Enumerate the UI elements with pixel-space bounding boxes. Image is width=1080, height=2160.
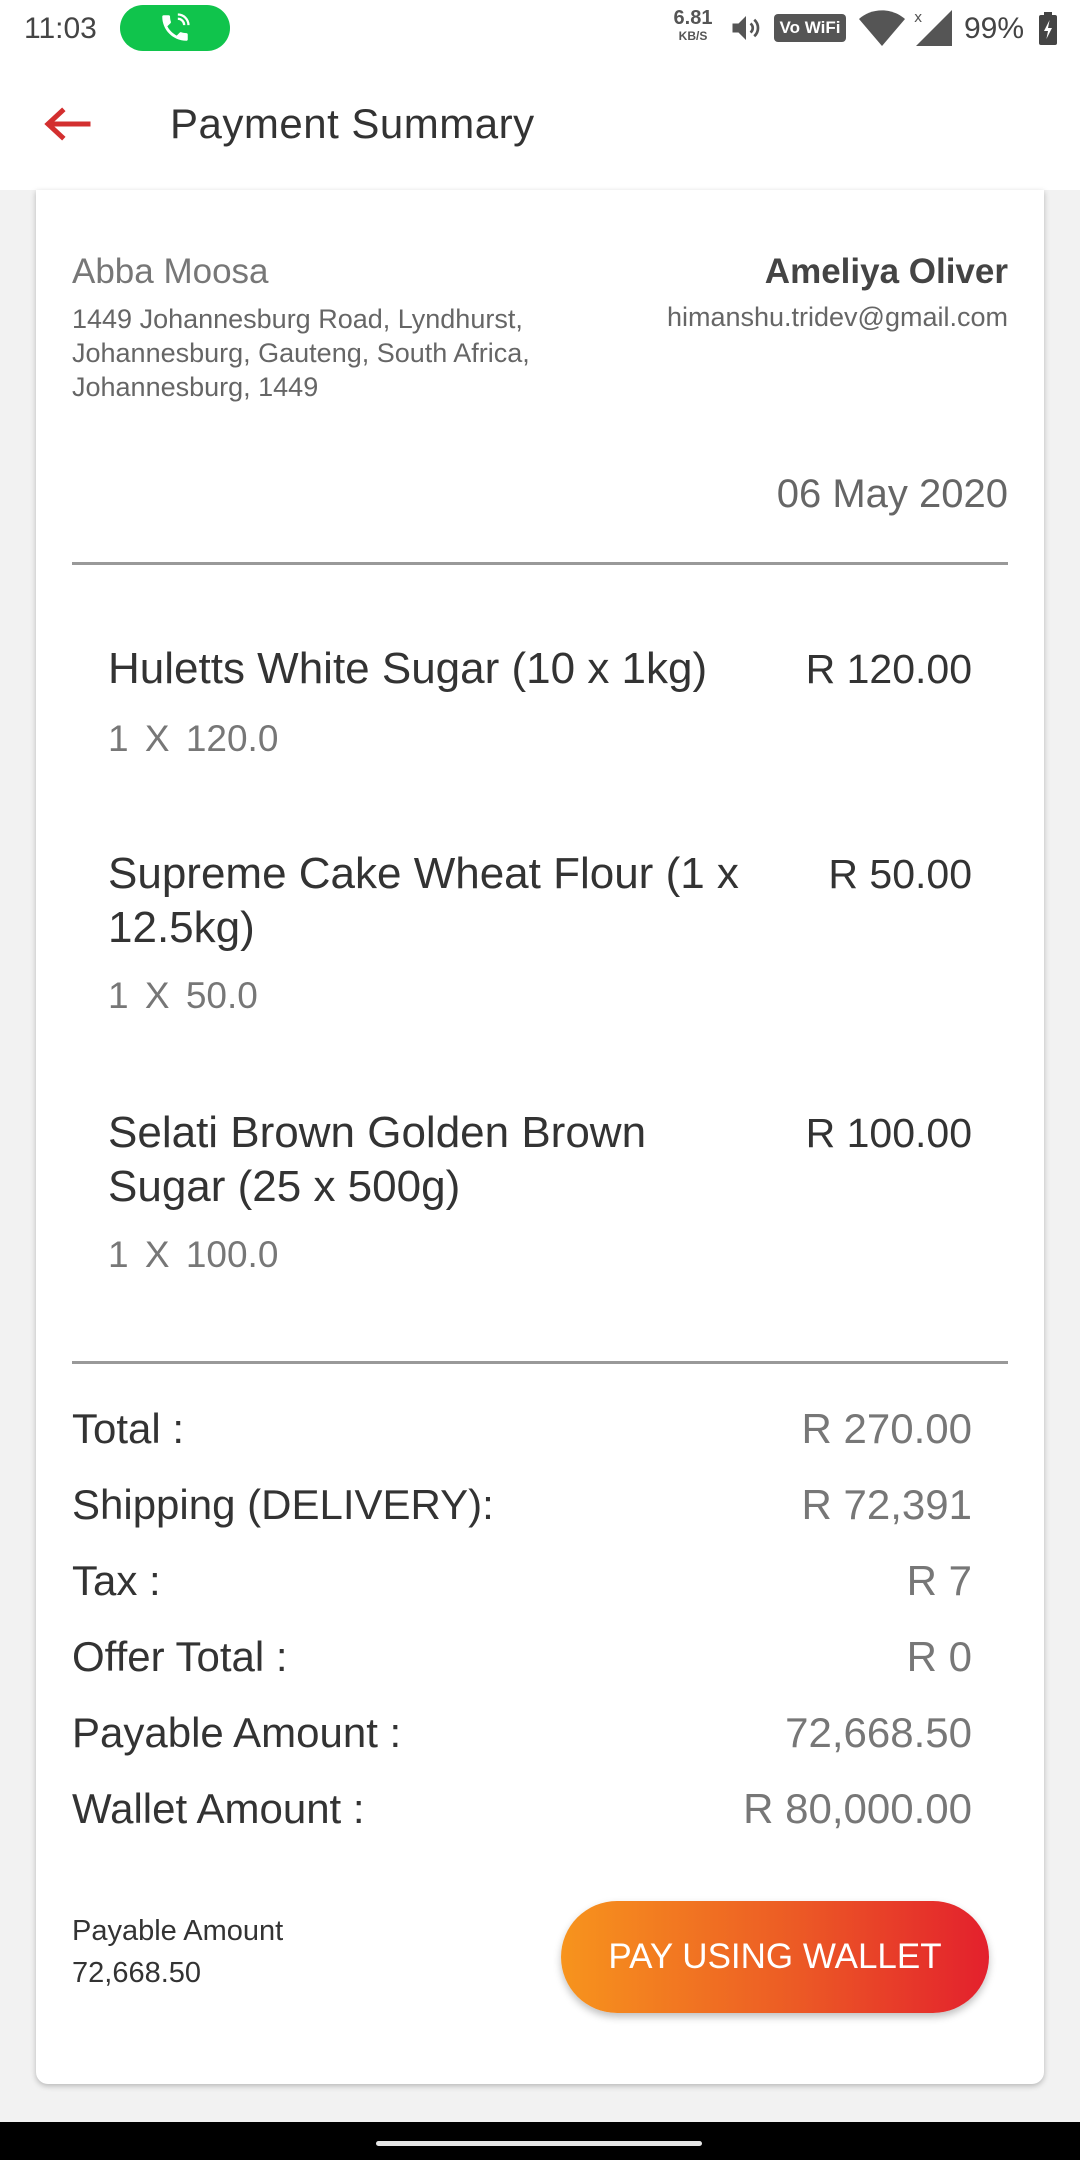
- summary-value: R 7: [906, 1557, 972, 1604]
- receiver-email: himanshu.tridev@gmail.com: [666, 302, 1008, 332]
- item-name: Selati Brown Golden Brown Sugar (25 x 50…: [108, 1108, 647, 1211]
- summary-label: Offer Total :: [72, 1633, 288, 1680]
- summary-value: R 80,000.00: [743, 1785, 972, 1832]
- page-title: Payment Summary: [170, 100, 535, 147]
- network-speed: 6.81 KB/S: [668, 8, 718, 42]
- footer-payable-label: Payable Amount: [72, 1915, 284, 1947]
- summary-value: 72,668.50: [785, 1709, 972, 1756]
- summary-value: R 72,391: [801, 1481, 972, 1528]
- arrow-left-icon[interactable]: [42, 106, 92, 142]
- navigation-bar: [0, 2122, 1080, 2160]
- item-name: Supreme Cake Wheat Flour (1 x 12.5kg): [108, 849, 739, 952]
- item-quantity: 1 X 100.0: [108, 1234, 279, 1275]
- summary-row-offer-total: Offer Total : R 0: [72, 1633, 972, 1687]
- ongoing-call-indicator[interactable]: [120, 5, 230, 51]
- footer-payable-value: 72,668.50: [72, 1957, 202, 1989]
- order-date: 06 May 2020: [776, 472, 1008, 516]
- summary-row-payable-amount: Payable Amount : 72,668.50: [72, 1709, 972, 1763]
- summary-row-tax: Tax : R 7: [72, 1557, 972, 1611]
- status-bar: 11:03 6.81 KB/S Vo WiFi x 99%: [0, 0, 1080, 58]
- summary-label: Total :: [72, 1405, 185, 1452]
- summary-label: Tax :: [72, 1557, 161, 1604]
- summary-row-total: Total : R 270.00: [72, 1405, 972, 1459]
- network-speed-value: 6.81: [673, 7, 713, 29]
- app-bar: Payment Summary: [0, 58, 1080, 190]
- summary-label: Payable Amount :: [72, 1709, 402, 1756]
- item-price: R 120.00: [805, 646, 972, 692]
- network-speed-unit: KB/S: [678, 29, 708, 43]
- summary-value: R 0: [906, 1633, 972, 1680]
- status-time: 11:03: [24, 12, 97, 45]
- wifi-icon: [859, 10, 905, 46]
- divider: [72, 562, 1008, 565]
- summary-value: R 270.00: [801, 1405, 972, 1452]
- summary-label: Shipping (DELIVERY):: [72, 1481, 494, 1528]
- vowifi-badge: Vo WiFi: [774, 14, 846, 42]
- svg-text:x: x: [914, 10, 922, 26]
- volume-icon: [732, 16, 760, 40]
- item-quantity: 1 X 50.0: [108, 975, 258, 1016]
- summary-label: Wallet Amount :: [72, 1785, 365, 1832]
- summary-row-wallet-amount: Wallet Amount : R 80,000.00: [72, 1785, 972, 1839]
- payment-summary-card: Abba Moosa 1449 Johannesburg Road, Lyndh…: [36, 190, 1044, 2084]
- receiver-name: Ameliya Oliver: [764, 252, 1008, 291]
- summary-row-shipping: Shipping (DELIVERY): R 72,391: [72, 1481, 972, 1535]
- sender-name: Abba Moosa: [72, 252, 269, 291]
- item-quantity: 1 X 120.0: [108, 718, 279, 759]
- battery-percentage: 99%: [964, 12, 1025, 45]
- item-price: R 50.00: [828, 851, 972, 897]
- home-gesture-handle[interactable]: [376, 2141, 702, 2146]
- pay-using-wallet-button[interactable]: PAY USING WALLET: [561, 1901, 989, 2013]
- item-name: Huletts White Sugar (10 x 1kg): [108, 644, 708, 693]
- item-price: R 100.00: [805, 1110, 972, 1156]
- phone-call-icon: [162, 13, 190, 41]
- battery-icon: [1039, 12, 1057, 45]
- sender-address: 1449 Johannesburg Road, Lyndhurst, Johan…: [72, 304, 530, 402]
- cell-signal-icon: x: [914, 10, 952, 46]
- divider: [72, 1361, 1008, 1364]
